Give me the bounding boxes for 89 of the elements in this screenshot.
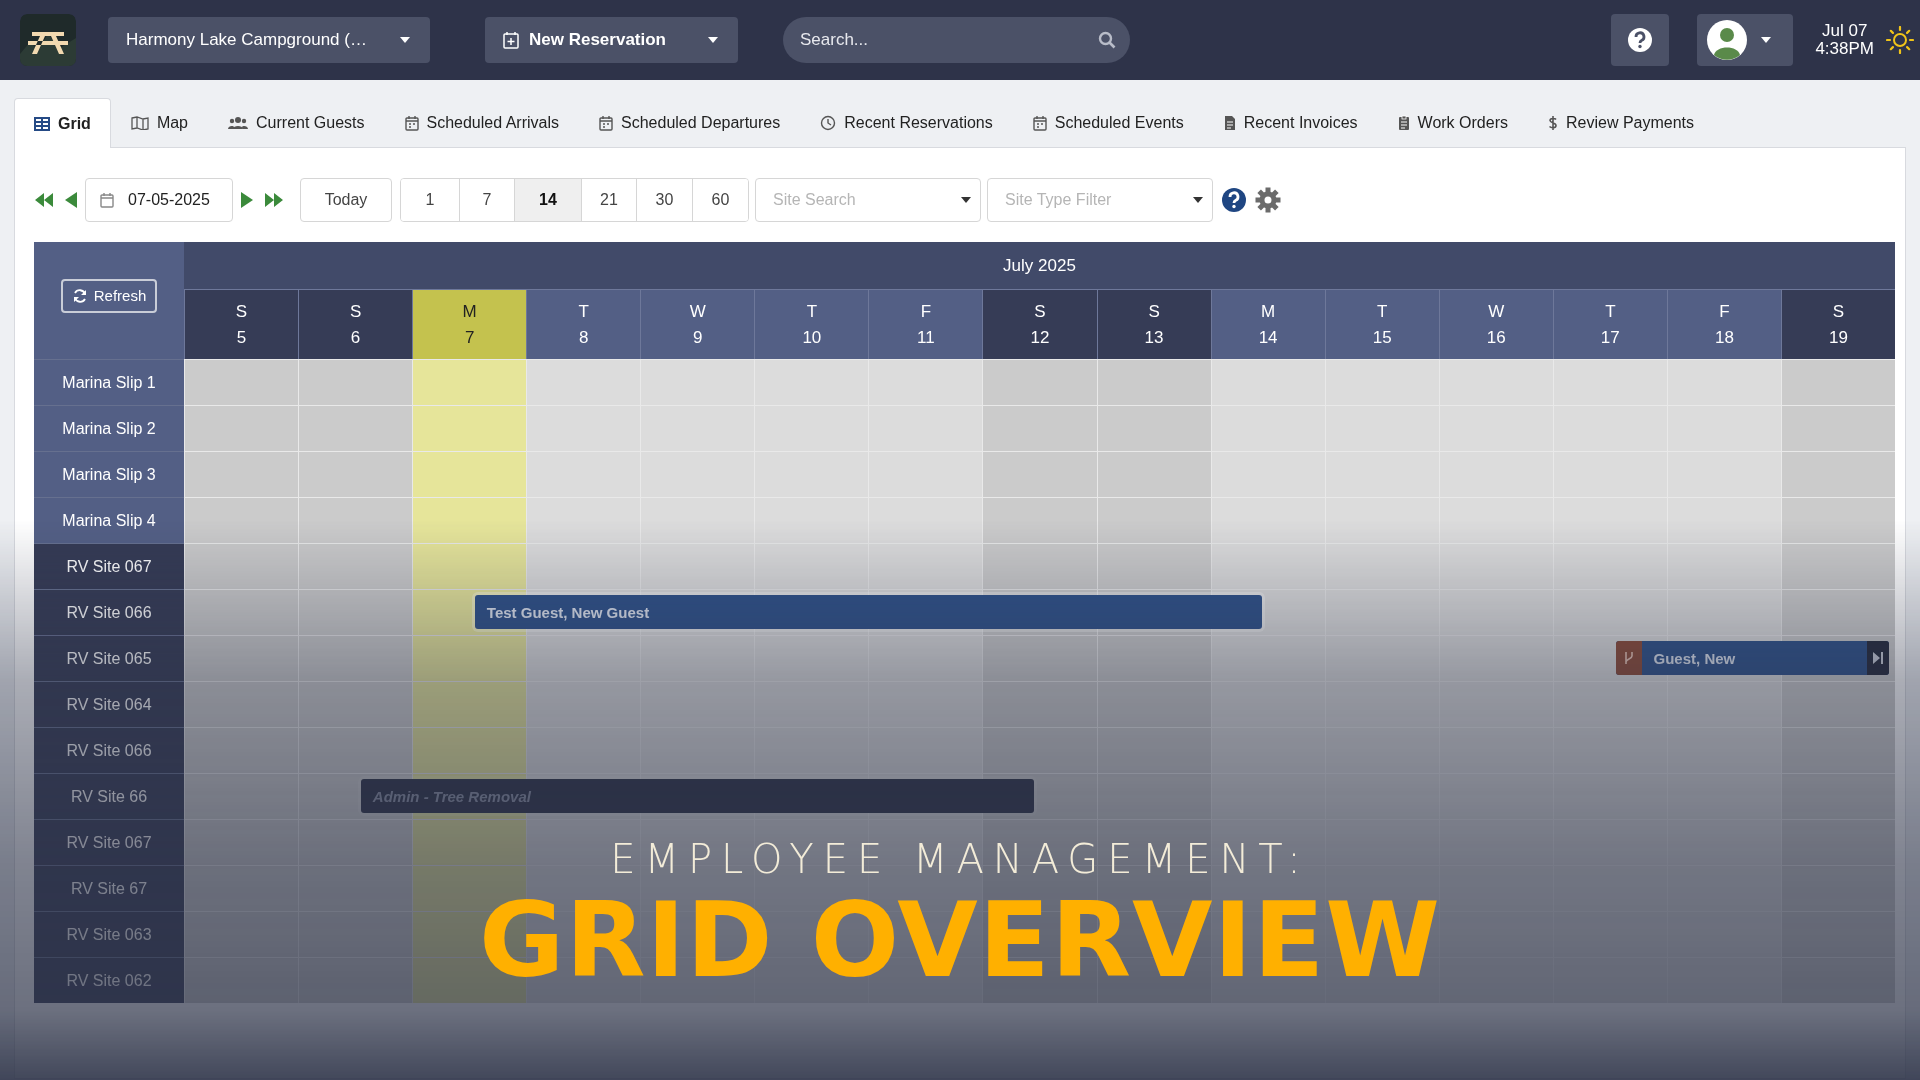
tab[interactable]: Map xyxy=(110,98,208,147)
today-button[interactable]: Today xyxy=(300,178,392,222)
day-header: S 5 xyxy=(184,289,299,359)
avatar-icon xyxy=(1707,20,1748,60)
date-text: Jul 07 xyxy=(1822,22,1868,40)
caret-icon xyxy=(708,37,718,43)
help-icon xyxy=(1627,27,1654,53)
day-header: W 16 xyxy=(1438,289,1553,359)
split-icon xyxy=(1623,651,1634,665)
time-text: 4:38PM xyxy=(1815,40,1874,58)
search-field[interactable]: Search... xyxy=(783,17,1130,63)
site-type-filter-dropdown[interactable]: Site Type Filter xyxy=(987,178,1213,222)
tab[interactable]: Scheduled Departures xyxy=(579,98,801,147)
grid-icon xyxy=(34,116,50,131)
day-header: M 7 xyxy=(412,289,527,359)
tab[interactable]: Recent Reservations xyxy=(800,98,1013,147)
title-text: GRID OVERVIEW xyxy=(479,888,1441,992)
calendar-plus-icon xyxy=(503,31,519,49)
campground-dropdown[interactable]: Harmony Lake Campground (… xyxy=(108,17,430,63)
date-field[interactable]: 07-05-2025 xyxy=(85,178,233,222)
site-label[interactable]: Marina Slip 3 xyxy=(34,451,184,497)
calendar-icon xyxy=(404,115,419,131)
range-button[interactable]: 1 xyxy=(401,179,460,221)
last-page-button[interactable] xyxy=(264,193,284,207)
clipboard-icon xyxy=(1397,115,1410,131)
subtitle-text: EMPLOYEE MANAGEMENT: xyxy=(610,836,1310,882)
reservation-bar[interactable]: Test Guest, New Guest xyxy=(474,595,1262,629)
day-header: S 6 xyxy=(298,289,413,359)
right-arrow-icon xyxy=(241,192,254,208)
map-icon xyxy=(130,116,149,130)
site-label[interactable]: Marina Slip 4 xyxy=(34,497,184,543)
double-left-arrow-icon xyxy=(34,193,54,207)
first-page-button[interactable] xyxy=(34,193,54,207)
site-label[interactable]: RV Site 064 xyxy=(34,681,184,727)
site-label[interactable]: RV Site 066 xyxy=(34,727,184,773)
sun-icon[interactable] xyxy=(1886,26,1914,54)
calendar-icon xyxy=(100,192,114,208)
day-header: S 19 xyxy=(1780,289,1895,359)
day-header: F 11 xyxy=(868,289,983,359)
tab[interactable]: Grid xyxy=(14,98,111,148)
day-header: F 18 xyxy=(1666,289,1781,359)
help-icon[interactable] xyxy=(1221,187,1247,213)
help-button[interactable] xyxy=(1611,14,1670,66)
tab[interactable]: Current Guests xyxy=(208,98,385,147)
document-icon xyxy=(1223,115,1236,131)
range-button[interactable]: 14 xyxy=(515,179,582,221)
clock-icon xyxy=(820,115,837,131)
tab[interactable]: Scheduled Arrivals xyxy=(384,98,579,147)
calendar-icon xyxy=(1032,115,1047,131)
site-label[interactable]: RV Site 66 xyxy=(34,773,184,819)
day-header: T 8 xyxy=(526,289,641,359)
day-header: T 10 xyxy=(754,289,869,359)
tab[interactable]: Work Orders xyxy=(1377,98,1528,147)
continue-icon xyxy=(1873,652,1883,664)
site-label[interactable]: Marina Slip 2 xyxy=(34,405,184,451)
double-right-arrow-icon xyxy=(264,193,284,207)
calendar-icon xyxy=(599,115,613,131)
site-label[interactable]: RV Site 066 xyxy=(34,589,184,635)
caret-icon xyxy=(400,37,410,43)
site-label[interactable]: RV Site 067 xyxy=(34,543,184,589)
left-arrow-icon xyxy=(64,192,77,208)
user-menu-button[interactable] xyxy=(1697,14,1794,66)
tab[interactable]: Recent Invoices xyxy=(1203,98,1378,147)
day-header: T 17 xyxy=(1552,289,1667,359)
new-reservation-button[interactable]: New Reservation xyxy=(485,17,738,63)
reservation-bar[interactable]: Guest, New xyxy=(1615,641,1889,675)
day-header: W 9 xyxy=(640,289,755,359)
logo-icon[interactable] xyxy=(20,14,76,66)
previous-button[interactable] xyxy=(64,192,77,208)
month-header: July 2025 xyxy=(184,242,1895,289)
refresh-icon xyxy=(71,287,88,304)
caret-icon xyxy=(961,197,971,203)
day-header: S 13 xyxy=(1096,289,1211,359)
day-header: S 12 xyxy=(982,289,1097,359)
tab[interactable]: Scheduled Events xyxy=(1012,98,1204,147)
settings-icon[interactable] xyxy=(1255,187,1281,213)
day-header: M 14 xyxy=(1210,289,1325,359)
site-label[interactable]: RV Site 065 xyxy=(34,635,184,681)
users-icon xyxy=(228,116,248,130)
caret-icon xyxy=(1761,37,1772,43)
site-search-dropdown[interactable]: Site Search xyxy=(755,178,981,222)
tab[interactable]: Review Payments xyxy=(1527,98,1714,147)
search-icon xyxy=(1098,31,1116,49)
site-label[interactable]: Marina Slip 1 xyxy=(34,359,184,405)
next-button[interactable] xyxy=(241,192,254,208)
day-header: T 15 xyxy=(1324,289,1439,359)
caret-icon xyxy=(1193,197,1203,203)
refresh-button[interactable]: Refresh xyxy=(61,278,157,313)
dollar-icon xyxy=(1547,115,1558,131)
